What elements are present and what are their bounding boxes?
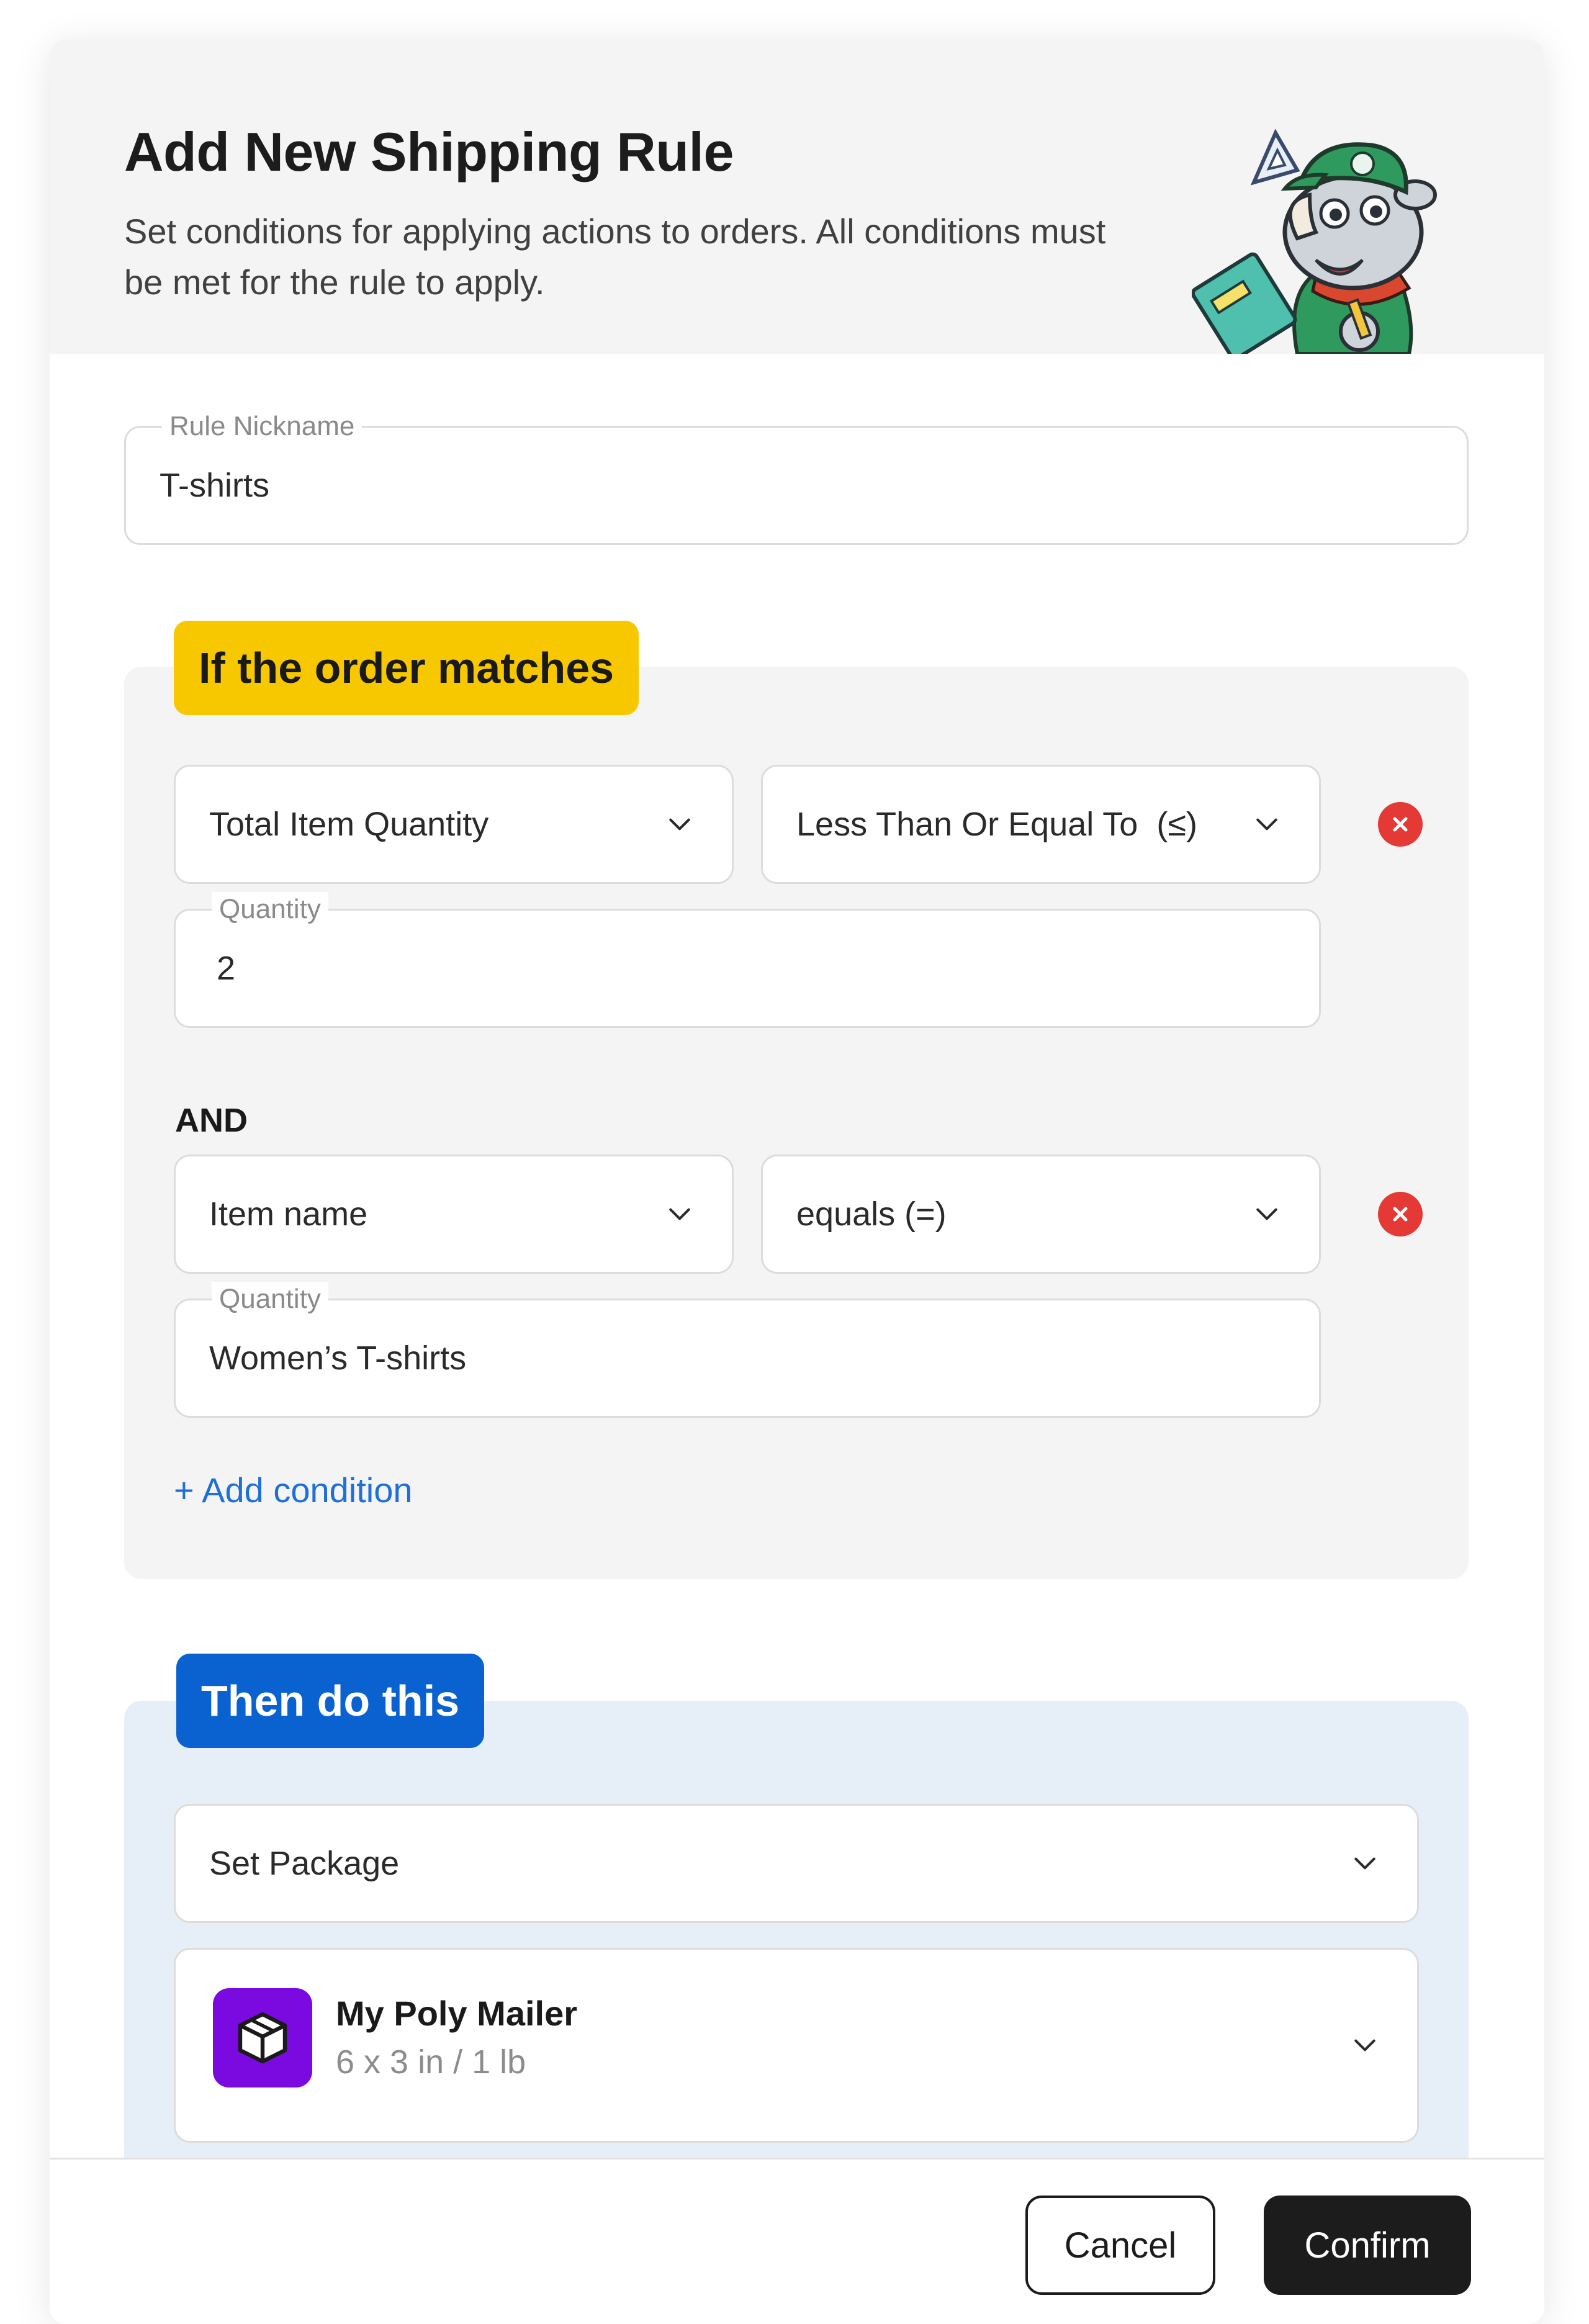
condition-1-value-field[interactable]: Quantity 2 (174, 892, 1321, 1028)
chevron-down-icon (1256, 818, 1277, 831)
condition-1-operator-select[interactable]: Less Than Or Equal To (≤) (761, 765, 1321, 884)
condition-2-field-select[interactable]: Item name (174, 1155, 734, 1274)
then-do-this-tag: Then do this (176, 1654, 485, 1748)
action-type-select[interactable]: Set Package (174, 1804, 1419, 1923)
add-condition-link[interactable]: + Add condition (174, 1470, 413, 1510)
chevron-down-icon (1256, 1208, 1277, 1220)
remove-condition-1-button[interactable] (1378, 802, 1423, 847)
chevron-down-icon (1354, 1857, 1375, 1870)
close-icon (1393, 817, 1408, 832)
confirm-button[interactable]: Confirm (1264, 2196, 1471, 2295)
condition-1-value: 2 (217, 950, 236, 987)
condition-2-value-field[interactable]: Quantity Women’s T-shirts (174, 1282, 1321, 1418)
rule-nickname-field[interactable]: Rule Nickname T-shirts (124, 409, 1469, 545)
dialog-header: Add New Shipping Rule Set conditions for… (50, 40, 1544, 354)
condition-1-field-value: Total Item Quantity (209, 806, 489, 843)
chevron-down-icon (669, 818, 690, 831)
condition-1-operator-value: Less Than Or Equal To (≤) (796, 806, 1197, 843)
if-order-matches-tag: If the order matches (174, 621, 639, 715)
shipping-rule-dialog: Add New Shipping Rule Set conditions for… (50, 40, 1544, 2324)
chevron-down-icon (669, 1208, 690, 1220)
action-type-value: Set Package (209, 1845, 400, 1882)
package-select[interactable]: My Poly Mailer 6 x 3 in / 1 lb (174, 1948, 1419, 2143)
dialog-subtitle: Set conditions for applying actions to o… (124, 212, 1106, 302)
chevron-down-icon (1354, 2039, 1375, 2052)
condition-2-field-value: Item name (209, 1196, 368, 1233)
package-dimensions: 6 x 3 in / 1 lb (336, 2043, 526, 2081)
condition-2-operator-value: equals (=) (796, 1196, 947, 1233)
dialog-footer: Cancel Confirm (50, 2158, 1544, 2324)
condition-2-operator-select[interactable]: equals (=) (761, 1155, 1321, 1274)
package-box-icon (213, 1988, 312, 2088)
dialog-title: Add New Shipping Rule (124, 121, 734, 182)
remove-condition-2-button[interactable] (1378, 1192, 1423, 1236)
condition-1-field-select[interactable]: Total Item Quantity (174, 765, 734, 884)
rhino-mascot-illustration (1192, 128, 1437, 354)
close-icon (1393, 1207, 1408, 1222)
condition-2-value: Women’s T-shirts (209, 1340, 467, 1377)
package-name: My Poly Mailer (336, 1994, 578, 2033)
and-joiner-label: AND (175, 1102, 248, 1139)
cancel-button[interactable]: Cancel (1025, 2196, 1215, 2295)
rule-nickname-value: T-shirts (160, 467, 270, 504)
